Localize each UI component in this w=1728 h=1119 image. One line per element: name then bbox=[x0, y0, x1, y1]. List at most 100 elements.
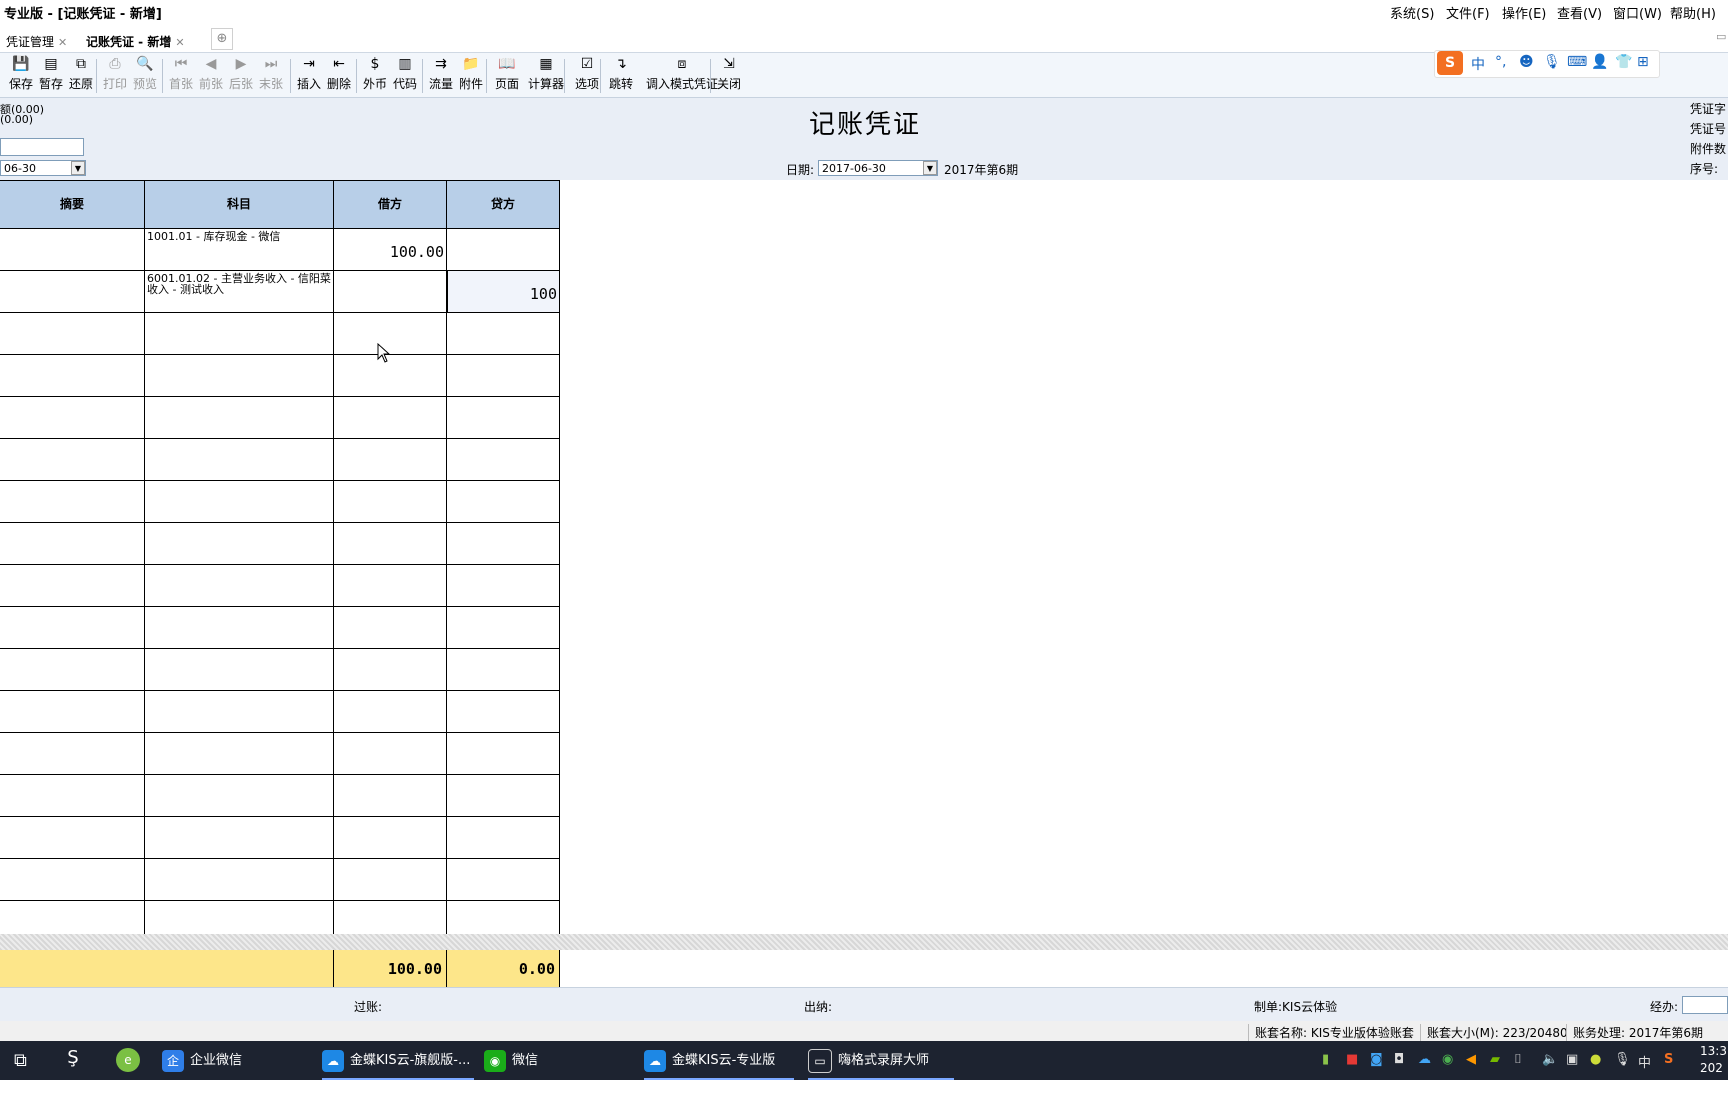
tray-camera-icon[interactable]: ◘ bbox=[1394, 1052, 1404, 1067]
tray-usb-icon[interactable]: ⌷ bbox=[1514, 1052, 1522, 1067]
sogou-logo-icon[interactable]: S bbox=[1437, 51, 1463, 75]
cell-summary[interactable] bbox=[0, 691, 145, 733]
cell-credit[interactable] bbox=[447, 229, 560, 271]
cell-summary[interactable] bbox=[0, 733, 145, 775]
cell-debit[interactable] bbox=[334, 397, 447, 439]
toolbar-button-calculator[interactable]: ▦ 计算器 bbox=[526, 55, 566, 92]
cell-summary[interactable] bbox=[0, 817, 145, 859]
cell-account[interactable]: 6001.01.02 - 主营业务收入 - 信阳菜收入 - 测试收入 bbox=[145, 271, 334, 313]
cell-credit[interactable]: 100 bbox=[447, 271, 560, 313]
chevron-down-icon[interactable]: ▼ bbox=[923, 161, 937, 175]
cell-credit[interactable] bbox=[447, 691, 560, 733]
cell-account[interactable] bbox=[145, 691, 334, 733]
task-wecom[interactable]: 企企业微信 bbox=[162, 1041, 310, 1080]
toolbar-button-last[interactable]: ⏭ 末张 bbox=[256, 55, 286, 92]
tray-battery-icon[interactable]: ▮ bbox=[1322, 1052, 1329, 1067]
mic-icon[interactable]: 🎙 bbox=[1543, 54, 1561, 70]
ime-lang-icon[interactable]: 中 bbox=[1471, 54, 1485, 74]
cell-account[interactable]: 1001.01 - 库存现金 - 微信 bbox=[145, 229, 334, 271]
cell-debit[interactable] bbox=[334, 691, 447, 733]
tab-menu-icon[interactable]: ▭ bbox=[1716, 30, 1726, 43]
toolbar-button-book[interactable]: 📖 页面 bbox=[490, 55, 524, 92]
cell-summary[interactable] bbox=[0, 481, 145, 523]
cell-debit[interactable] bbox=[334, 523, 447, 565]
keyboard-icon[interactable]: ⌨ bbox=[1567, 54, 1587, 70]
toolbar-button-insert-row[interactable]: ⇥ 插入 bbox=[294, 55, 324, 92]
toolbar-button-prev[interactable]: ◀ 前张 bbox=[196, 55, 226, 92]
task-screen-recorder[interactable]: ▭ 嗨格式录屏大师 bbox=[808, 1041, 954, 1080]
cell-account[interactable] bbox=[145, 817, 334, 859]
cell-account[interactable] bbox=[145, 313, 334, 355]
tray-cloud-icon[interactable]: ☁ bbox=[1418, 1052, 1431, 1067]
cell-summary[interactable] bbox=[0, 775, 145, 817]
toolbar-button-template[interactable]: ⧈ 调入模式凭证 bbox=[646, 55, 718, 92]
task-kis-flagship[interactable]: ☁ 金蝶KIS云-旗舰版-... bbox=[322, 1041, 474, 1080]
chevron-down-icon[interactable]: ▼ bbox=[71, 161, 85, 175]
add-tab-icon[interactable]: ⊕ bbox=[211, 28, 233, 50]
cell-summary[interactable] bbox=[0, 523, 145, 565]
date-field[interactable]: 2017-06-30 ▼ bbox=[818, 160, 938, 176]
toolbar-button-folder[interactable]: 📁 附件 bbox=[456, 55, 486, 92]
toolbar-button-options[interactable]: ☑ 选项 bbox=[570, 55, 604, 92]
toolbar-button-next[interactable]: ▶ 后张 bbox=[226, 55, 256, 92]
col-header-credit[interactable]: 贷方 bbox=[446, 180, 560, 229]
menu-window[interactable]: 窗口(W) bbox=[1613, 3, 1662, 22]
left-text-input[interactable] bbox=[0, 138, 84, 156]
menu-operate[interactable]: 操作(E) bbox=[1502, 3, 1546, 22]
ime-language-indicator[interactable]: 中 bbox=[1638, 1052, 1651, 1071]
menu-system[interactable]: 系统(S) bbox=[1390, 3, 1434, 22]
cell-debit[interactable] bbox=[334, 649, 447, 691]
menu-help[interactable]: 帮助(H) bbox=[1670, 3, 1716, 22]
cell-summary[interactable] bbox=[0, 565, 145, 607]
cell-credit[interactable] bbox=[447, 355, 560, 397]
network-icon[interactable]: ▣ bbox=[1566, 1052, 1578, 1067]
toolbar-button-save[interactable]: 💾 保存 bbox=[6, 55, 36, 92]
cell-debit[interactable] bbox=[334, 271, 447, 313]
tray-wechat-icon[interactable]: ◉ bbox=[1442, 1052, 1453, 1067]
close-icon[interactable]: ✕ bbox=[58, 36, 67, 49]
app-s-icon[interactable]: Ş bbox=[60, 1047, 86, 1073]
cell-summary[interactable] bbox=[0, 229, 145, 271]
cell-account[interactable] bbox=[145, 397, 334, 439]
browser-icon[interactable]: e bbox=[116, 1048, 140, 1072]
tray-record-icon[interactable]: ■ bbox=[1346, 1052, 1358, 1067]
ime-punct-icon[interactable]: °, bbox=[1495, 54, 1506, 70]
tray-app-icon[interactable]: ● bbox=[1590, 1052, 1601, 1067]
cell-summary[interactable] bbox=[0, 271, 145, 313]
toolbar-button-restore[interactable]: ⧉ 还原 bbox=[66, 55, 96, 92]
user-icon[interactable]: 👤 bbox=[1591, 54, 1608, 70]
toolbar-button-first[interactable]: ⏮ 首张 bbox=[166, 55, 196, 92]
close-icon[interactable]: ✕ bbox=[175, 36, 184, 49]
toolbar-button-preview[interactable]: 🔍 预览 bbox=[130, 55, 160, 92]
cell-debit[interactable] bbox=[334, 607, 447, 649]
toolbar-button-delete-row[interactable]: ⇤ 删除 bbox=[324, 55, 354, 92]
cell-summary[interactable] bbox=[0, 313, 145, 355]
cell-account[interactable] bbox=[145, 565, 334, 607]
col-header-summary[interactable]: 摘要 bbox=[0, 180, 145, 229]
cell-account[interactable] bbox=[145, 355, 334, 397]
cell-credit[interactable] bbox=[447, 607, 560, 649]
cell-credit[interactable] bbox=[447, 733, 560, 775]
cell-credit[interactable] bbox=[447, 439, 560, 481]
cell-debit[interactable] bbox=[334, 481, 447, 523]
left-date-field[interactable]: 06-30 ▼ bbox=[0, 160, 86, 176]
cell-debit[interactable] bbox=[334, 817, 447, 859]
toolbar-button-code[interactable]: ▥ 代码 bbox=[390, 55, 420, 92]
cell-summary[interactable] bbox=[0, 397, 145, 439]
menu-file[interactable]: 文件(F) bbox=[1446, 3, 1490, 22]
tab-voucher-new[interactable]: 记账凭证 - 新增 ✕ bbox=[80, 30, 191, 52]
cell-account[interactable] bbox=[145, 523, 334, 565]
cell-debit[interactable] bbox=[334, 859, 447, 901]
tray-nvidia-icon[interactable]: ▰ bbox=[1490, 1052, 1500, 1067]
toolbar-button-draft[interactable]: ▤ 暂存 bbox=[36, 55, 66, 92]
cell-credit[interactable] bbox=[447, 859, 560, 901]
tray-mic-icon[interactable]: 🎙 bbox=[1614, 1052, 1631, 1067]
cell-credit[interactable] bbox=[447, 565, 560, 607]
emoji-icon[interactable]: ☻ bbox=[1519, 54, 1534, 70]
cell-account[interactable] bbox=[145, 439, 334, 481]
cell-credit[interactable] bbox=[447, 481, 560, 523]
clock-date[interactable]: 202 bbox=[1700, 1061, 1723, 1075]
task-wechat[interactable]: ◉ 微信 bbox=[484, 1041, 634, 1080]
clock-time[interactable]: 13:3 bbox=[1700, 1044, 1727, 1058]
task-kis-pro[interactable]: ☁ 金蝶KIS云-专业版 -... bbox=[644, 1041, 794, 1107]
